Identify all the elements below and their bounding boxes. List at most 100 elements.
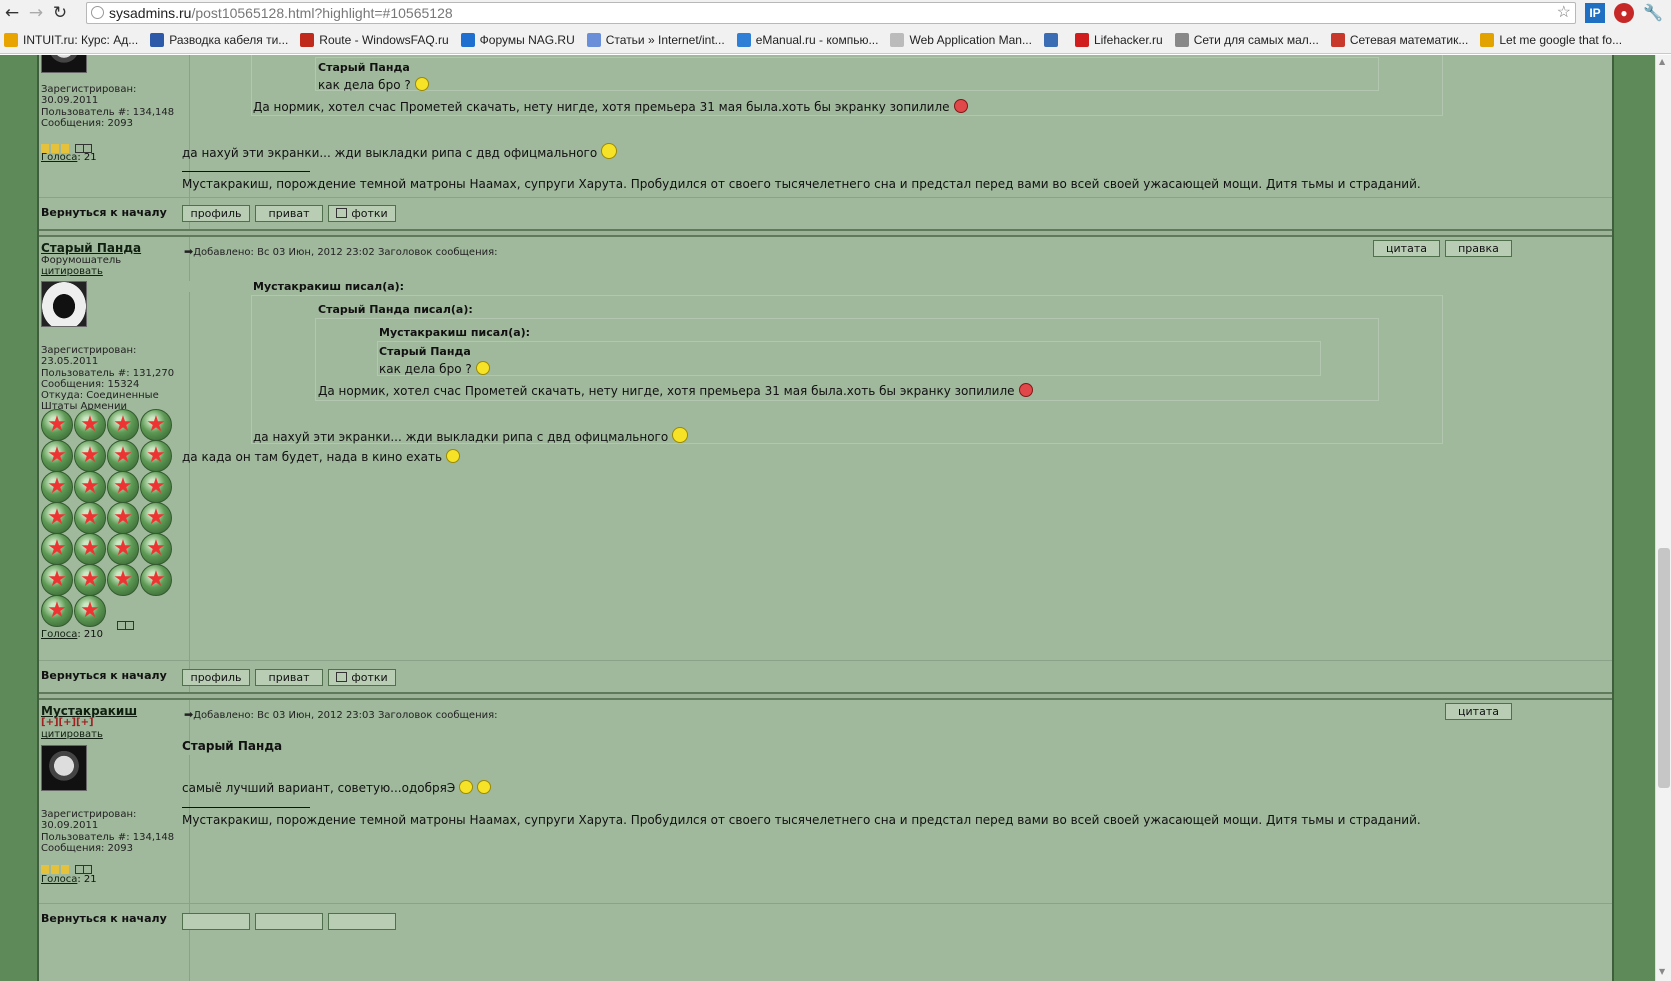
votes-link[interactable]: Голоса bbox=[41, 629, 77, 640]
back-to-top-link[interactable]: Вернуться к началу bbox=[41, 669, 167, 682]
award-medal-icon: ★ bbox=[74, 409, 106, 441]
quote-author: Старый Панда bbox=[379, 345, 471, 358]
private-message-button[interactable]: приват bbox=[255, 669, 323, 686]
quote-author: Мустакракиш писал(а): bbox=[253, 280, 405, 293]
bookmark-item[interactable]: Сетевая математик... bbox=[1330, 32, 1468, 47]
bookmark-label: INTUIT.ru: Курс: Ад... bbox=[23, 32, 139, 47]
vote-plus-minus-icon[interactable] bbox=[117, 620, 134, 630]
forum-table: Зарегистрирован: 30.09.2011 Пользователь… bbox=[37, 55, 1614, 981]
bookmark-label: Форумы NAG.RU bbox=[479, 32, 575, 47]
award-medal-icon: ★ bbox=[41, 502, 73, 534]
quote-user-link[interactable]: цитировать bbox=[41, 729, 103, 740]
award-medal-icon: ★ bbox=[74, 533, 106, 565]
bookmark-label: Разводка кабеля ти... bbox=[169, 32, 289, 47]
bookmark-favicon-icon bbox=[300, 32, 315, 47]
quote-inner bbox=[315, 57, 1379, 91]
award-medal-icon: ★ bbox=[140, 409, 172, 441]
edit-button[interactable]: правка bbox=[1445, 240, 1512, 257]
bug-smiley-icon bbox=[601, 143, 618, 159]
bookmark-star-icon[interactable]: ☆ bbox=[1557, 3, 1571, 23]
adblock-extension-icon[interactable]: ● bbox=[1614, 3, 1634, 23]
bookmark-item[interactable] bbox=[1043, 32, 1063, 47]
award-medal-icon: ★ bbox=[74, 440, 106, 472]
bookmark-item[interactable]: eManual.ru - компью... bbox=[736, 32, 878, 47]
user-title: Форумошатель bbox=[41, 255, 122, 266]
votes-link[interactable]: Голоса bbox=[41, 152, 77, 163]
award-medal-icon: ★ bbox=[107, 440, 139, 472]
scroll-thumb[interactable] bbox=[1658, 548, 1670, 788]
quote-user-link[interactable]: цитировать bbox=[41, 266, 103, 277]
back-to-top-link[interactable]: Вернуться к началу bbox=[41, 912, 167, 925]
angry-smiley-icon bbox=[1018, 383, 1033, 397]
browser-toolbar: ← → ↻ sysadmins.ru/post10565128.html?hig… bbox=[0, 0, 1671, 26]
username-link[interactable]: Старый Панда bbox=[41, 241, 141, 255]
vertical-scrollbar[interactable]: ▲ ▼ bbox=[1655, 55, 1671, 981]
quote-button[interactable]: цитата bbox=[1445, 703, 1512, 720]
profile-button[interactable]: профиль bbox=[182, 669, 250, 686]
bookmark-label: Lifehacker.ru bbox=[1093, 32, 1163, 47]
bookmark-item[interactable]: Route - WindowsFAQ.ru bbox=[300, 32, 449, 47]
quote-reply: Да нормик, хотел счас Прометей скачать, … bbox=[318, 383, 1033, 398]
private-message-button[interactable]: приват bbox=[255, 205, 323, 222]
photo-icon bbox=[336, 208, 348, 218]
forward-arrow-icon[interactable]: → bbox=[24, 1, 48, 25]
quote-author: Старый Панда писал(а): bbox=[318, 303, 473, 316]
award-medal-icon: ★ bbox=[41, 409, 73, 441]
page-info-icon[interactable] bbox=[91, 6, 104, 19]
bookmark-item[interactable]: Сети для самых мал... bbox=[1174, 32, 1319, 47]
bookmark-label: Сети для самых мал... bbox=[1193, 32, 1319, 47]
back-arrow-icon[interactable]: ← bbox=[0, 1, 24, 25]
bookmark-item[interactable]: Форумы NAG.RU bbox=[460, 32, 575, 47]
private-message-button[interactable] bbox=[255, 913, 323, 930]
bookmark-favicon-icon bbox=[1480, 32, 1495, 47]
bookmark-item[interactable]: Lifehacker.ru bbox=[1074, 32, 1163, 47]
bookmark-item[interactable]: INTUIT.ru: Курс: Ад... bbox=[4, 32, 139, 47]
quote-text: как дела бро ? bbox=[379, 361, 490, 376]
bookmark-label: Route - WindowsFAQ.ru bbox=[319, 32, 449, 47]
scroll-up-icon[interactable]: ▲ bbox=[1659, 57, 1665, 66]
handshake-smiley-icon bbox=[477, 780, 492, 794]
back-to-top-link[interactable]: Вернуться к началу bbox=[41, 206, 167, 219]
award-medal-icon: ★ bbox=[140, 502, 172, 534]
bookmark-favicon-icon bbox=[1074, 32, 1089, 47]
bookmark-item[interactable]: Разводка кабеля ти... bbox=[150, 32, 289, 47]
votes-link[interactable]: Голоса bbox=[41, 874, 77, 885]
bookmark-item[interactable]: Web Application Man... bbox=[890, 32, 1032, 47]
signature: Мустакракиш, порождение темной матроны Н… bbox=[182, 177, 1421, 191]
bookmark-item[interactable]: Let me google that fo... bbox=[1480, 32, 1623, 47]
post-text: да када он там будет, нада в кино ехать bbox=[182, 449, 461, 464]
award-medal-icon: ★ bbox=[74, 595, 106, 627]
ip-extension-icon[interactable]: IP bbox=[1585, 3, 1605, 23]
wrench-menu-icon[interactable]: 🔧 bbox=[1643, 3, 1663, 23]
quote-author: Мустакракиш писал(а): bbox=[379, 326, 531, 339]
reload-icon[interactable]: ↻ bbox=[48, 1, 72, 25]
award-medal-icon: ★ bbox=[107, 471, 139, 503]
user-info: Зарегистрирован: 23.05.2011 Пользователь… bbox=[41, 345, 175, 413]
photos-button[interactable]: фотки bbox=[328, 205, 396, 222]
bookmark-item[interactable]: Статьи » Internet/int... bbox=[586, 32, 725, 47]
cool-smiley-icon bbox=[446, 449, 461, 463]
quote-level-3 bbox=[377, 341, 1321, 376]
award-medal-icon: ★ bbox=[107, 502, 139, 534]
profile-button[interactable] bbox=[182, 913, 250, 930]
scroll-down-icon[interactable]: ▼ bbox=[1659, 967, 1665, 976]
post-arrow-icon[interactable]: ➡ bbox=[184, 708, 193, 721]
avatar bbox=[41, 281, 87, 327]
quote-reply: Да нормик, хотел счас Прометей скачать, … bbox=[253, 99, 968, 114]
vote-plus-minus-icon[interactable] bbox=[75, 864, 92, 874]
quote-button[interactable]: цитата bbox=[1373, 240, 1440, 257]
address-bar[interactable]: sysadmins.ru/post10565128.html?highlight… bbox=[86, 2, 1576, 24]
bookmark-label: Let me google that fo... bbox=[1499, 32, 1623, 47]
photos-button[interactable] bbox=[328, 913, 396, 930]
award-medal-icon: ★ bbox=[140, 440, 172, 472]
bookmark-favicon-icon bbox=[736, 32, 751, 47]
photos-button[interactable]: фотки bbox=[328, 669, 396, 686]
username-link[interactable]: Мустакракиш bbox=[41, 704, 137, 718]
post-arrow-icon[interactable]: ➡ bbox=[184, 245, 193, 258]
award-medal-icon: ★ bbox=[41, 471, 73, 503]
handshake-smiley-icon bbox=[459, 780, 474, 794]
award-medal-icon: ★ bbox=[107, 564, 139, 596]
award-medal-icon: ★ bbox=[41, 533, 73, 565]
profile-button[interactable]: профиль bbox=[182, 205, 250, 222]
bookmark-favicon-icon bbox=[890, 32, 905, 47]
